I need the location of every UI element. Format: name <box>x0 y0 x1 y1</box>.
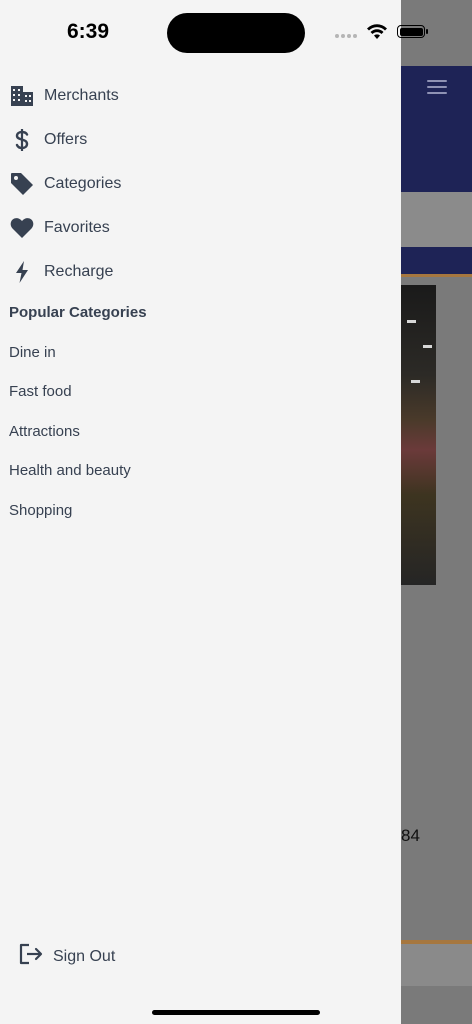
background-banner <box>401 247 472 277</box>
status-time: 6:39 <box>67 20 110 43</box>
sign-out-button[interactable]: Sign Out <box>18 942 115 971</box>
cellular-signal-icon <box>335 34 357 38</box>
background-partial-number: 84 <box>401 826 420 845</box>
menu-item-label: Merchants <box>44 87 119 104</box>
hamburger-menu-icon[interactable] <box>427 80 447 94</box>
background-merchant-photo <box>401 285 436 585</box>
wifi-icon <box>367 24 387 39</box>
dynamic-island <box>167 13 305 53</box>
building-icon <box>9 83 35 109</box>
sign-out-icon <box>18 942 44 971</box>
category-dine-in[interactable]: Dine in <box>9 344 56 361</box>
menu-item-favorites[interactable]: Favorites <box>0 210 401 246</box>
category-health-and-beauty[interactable]: Health and beauty <box>9 462 131 479</box>
heart-icon <box>9 215 35 241</box>
background-search-bar <box>401 192 472 247</box>
side-drawer: Merchants Offers Categories Favorites Re… <box>0 66 401 986</box>
menu-item-label: Categories <box>44 175 122 192</box>
popular-categories-heading: Popular Categories <box>9 304 147 321</box>
category-fast-food[interactable]: Fast food <box>9 383 72 400</box>
menu-item-offers[interactable]: Offers <box>0 122 401 158</box>
menu-item-categories[interactable]: Categories <box>0 166 401 202</box>
menu-item-label: Recharge <box>44 263 114 280</box>
menu-item-label: Offers <box>44 131 88 148</box>
tag-icon <box>9 171 35 197</box>
menu-item-merchants[interactable]: Merchants <box>0 78 401 114</box>
menu-item-recharge[interactable]: Recharge <box>0 254 401 290</box>
category-attractions[interactable]: Attractions <box>9 423 80 440</box>
home-indicator[interactable] <box>152 1010 320 1015</box>
category-shopping[interactable]: Shopping <box>9 502 72 519</box>
battery-icon <box>397 25 428 38</box>
dollar-icon <box>9 127 35 153</box>
bolt-icon <box>9 259 35 285</box>
menu-item-label: Favorites <box>44 219 110 236</box>
sign-out-label: Sign Out <box>53 947 116 965</box>
background-bottom-bar <box>401 944 472 986</box>
